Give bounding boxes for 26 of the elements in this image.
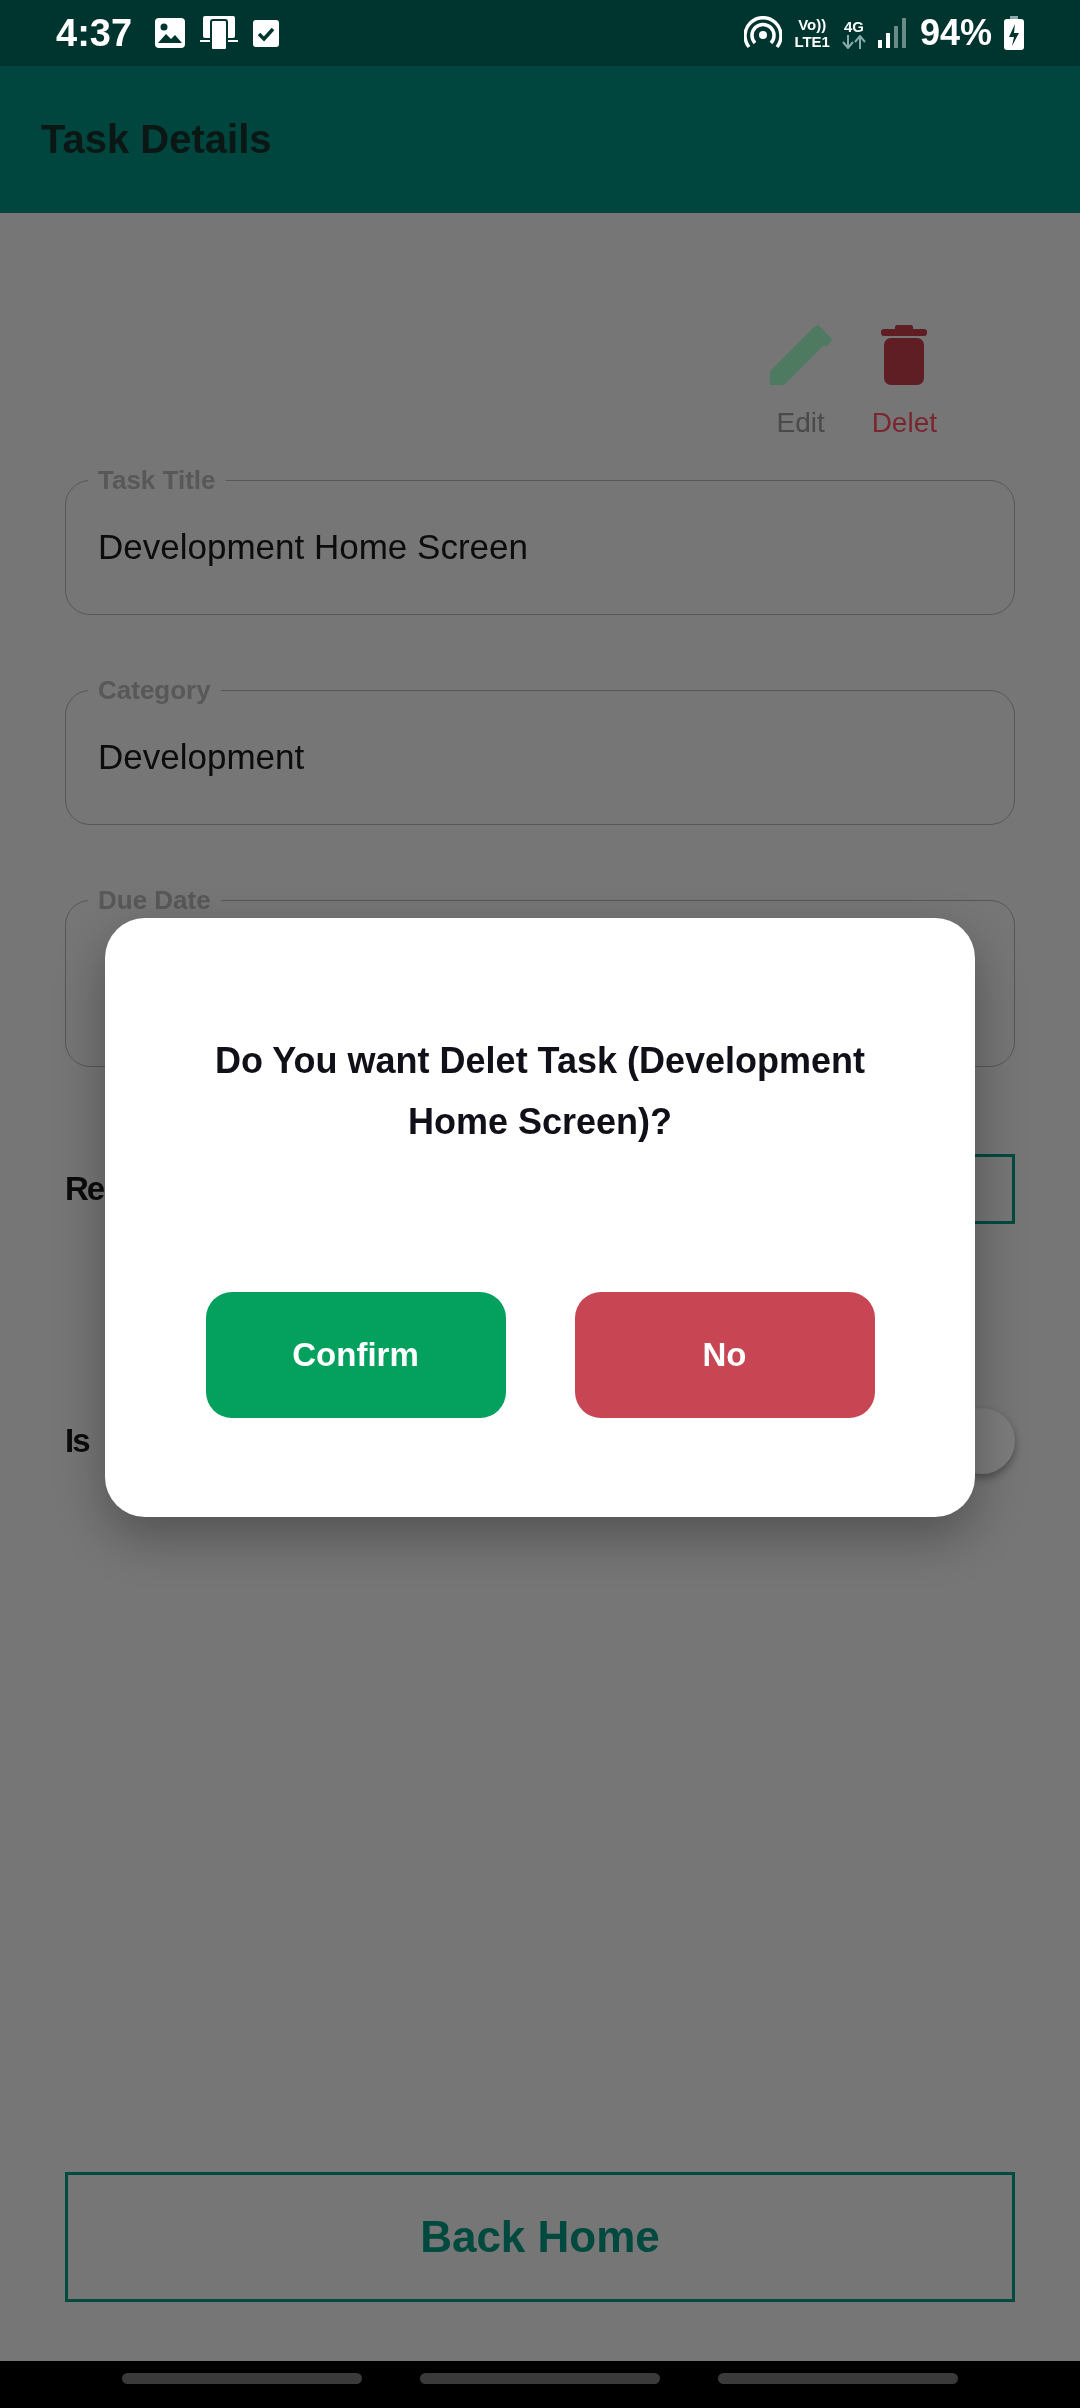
row-label: Re [65, 1170, 104, 1208]
nav-handle[interactable] [420, 2373, 660, 2384]
pencil-icon [769, 325, 832, 385]
nav-handle[interactable] [122, 2373, 362, 2384]
row-label: Is [65, 1422, 89, 1460]
dialog-message: Do You want Delet Task (Development Home Screen)? [213, 1039, 867, 1144]
battery-percent: 94% [919, 12, 992, 54]
volte-label: Vo)) [798, 16, 827, 33]
lte-label: LTE1 [794, 33, 830, 50]
phone-icon [200, 14, 239, 52]
back-home-button[interactable]: Back Home [65, 2172, 1015, 2302]
network-label: 4G [843, 17, 864, 35]
signal-icon [877, 18, 908, 48]
confirm-button[interactable]: Confirm [205, 1292, 506, 1418]
cancel-button[interactable]: No [574, 1292, 875, 1418]
image-icon [154, 17, 187, 49]
clock-time: 4:37 [56, 11, 133, 55]
battery-charging-icon [1004, 16, 1024, 50]
nav-handle[interactable] [718, 2373, 958, 2384]
trash-icon [881, 325, 928, 385]
hotspot-icon [744, 16, 783, 50]
delete-button[interactable]: Delet [871, 325, 937, 439]
field-value: Development [98, 737, 305, 777]
field-value: Development Home Screen [98, 527, 528, 567]
checkbox-icon [252, 18, 281, 48]
data-arrows-icon [841, 34, 866, 49]
